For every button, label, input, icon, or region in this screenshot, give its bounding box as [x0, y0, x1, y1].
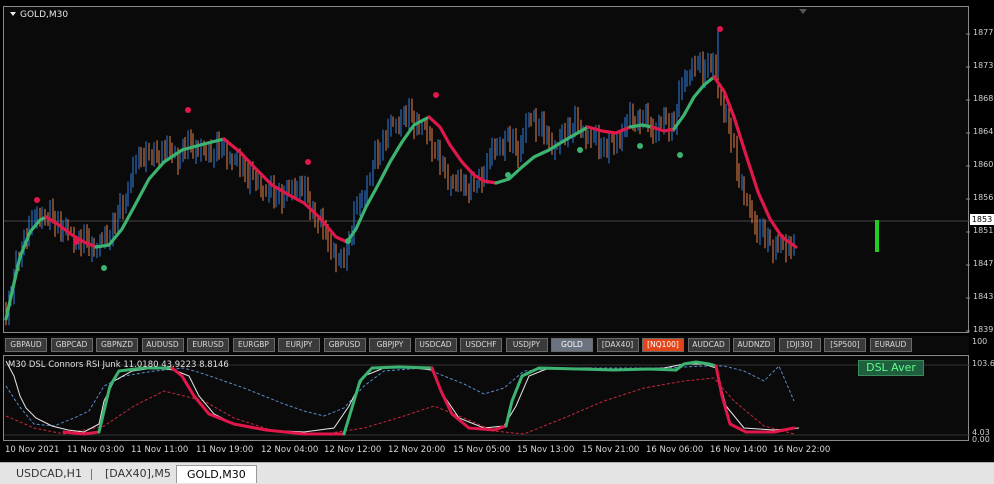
chart-tab[interactable]: [DAX40],M5	[95, 465, 181, 483]
indicator-title: M30 DSL Connors RSI Junk 11.0180 43.9223…	[8, 360, 229, 370]
price-tick-label: 1839	[973, 325, 994, 334]
signal-dot	[305, 159, 311, 165]
indicator-tick-top: 100	[972, 337, 988, 346]
symbol-button-eurgbp[interactable]: EURGBP	[232, 338, 275, 352]
price-tick-label: 1856	[973, 193, 994, 202]
indicator-lower-band	[5, 377, 795, 435]
price-tick-label: 1873	[973, 61, 994, 70]
dsl-indicator-line	[342, 365, 434, 436]
symbol-button-gold[interactable]: GOLD	[551, 338, 593, 352]
time-tick-label: 16 Nov 14:00	[710, 445, 768, 455]
signal-dot	[717, 26, 723, 32]
time-tick-label: 16 Nov 22:00	[773, 445, 831, 455]
tab-separator	[91, 469, 92, 480]
scroll-marker-icon	[799, 9, 807, 14]
dsl-smoothed-line	[4, 215, 48, 321]
signal-bar	[875, 220, 879, 252]
time-tick-label: 15 Nov 05:00	[453, 445, 511, 455]
dsl-indicator-line	[97, 366, 174, 434]
time-tick-label: 15 Nov 21:00	[582, 445, 640, 455]
dsl-smoothed-line	[650, 125, 676, 133]
symbol-button-audcad[interactable]: AUDCAD	[687, 338, 730, 352]
time-tick-label: 12 Nov 12:00	[324, 445, 382, 455]
symbol-button-eurjpy[interactable]: EURJPY	[278, 338, 320, 352]
signal-dot	[577, 147, 583, 153]
symbol-button-dax40[interactable]: [DAX40]	[596, 338, 639, 352]
time-tick-label: 10 Nov 2021	[5, 445, 60, 455]
price-tick-label: 1877	[973, 28, 994, 37]
symbol-button-gbpcad[interactable]: GBPCAD	[50, 338, 93, 352]
signal-dot	[101, 265, 107, 271]
symbol-switcher-bar: GBPAUD GBPCAD GBPNZD AUDUSD EURUSD EURGBP EURJ…	[3, 336, 969, 354]
signal-dot	[185, 107, 191, 113]
price-tick-label: 1851	[973, 226, 994, 235]
price-chart[interactable]: GOLD,M30	[3, 6, 970, 334]
dsl-average-badge[interactable]: DSL Aver	[858, 360, 924, 376]
symbol-button-gbpnzd[interactable]: GBPNZD	[96, 338, 138, 352]
dsl-smoothed-line	[672, 75, 716, 131]
current-price-tag: 1853	[970, 214, 994, 225]
symbol-button-dji30[interactable]: [DJI30]	[778, 338, 821, 352]
time-tick-label: 11 Nov 11:00	[131, 445, 189, 455]
price-tick-label: 1864	[973, 127, 994, 136]
indicator-pane[interactable]: M30 DSL Connors RSI Junk 11.0180 43.9223…	[3, 355, 970, 441]
indicator-tick-bottom: 0.00	[972, 435, 990, 444]
symbol-button-sp500[interactable]: [SP500]	[824, 338, 866, 352]
trading-terminal: GOLD,M30 1877 1873 1868 1864 1860 1856 1851 184…	[0, 0, 994, 484]
symbol-button-usdcad[interactable]: USDCAD	[414, 338, 457, 352]
time-tick-label: 12 Nov 20:00	[388, 445, 446, 455]
dsl-smoothed-line	[222, 137, 349, 244]
dsl-smoothed-line	[628, 123, 654, 129]
symbol-button-euraud[interactable]: EURAUD	[869, 338, 912, 352]
signal-dot	[677, 152, 683, 158]
symbol-button-eurusd[interactable]: EURUSD	[187, 338, 229, 352]
signal-dot	[34, 197, 40, 203]
signal-dot	[73, 239, 79, 245]
dsl-indicator-line	[714, 364, 796, 434]
chart-tab[interactable]: USDCAD,H1	[6, 465, 92, 483]
price-tick-label: 1843	[973, 292, 994, 301]
symbol-button-usdjpy[interactable]: USDJPY	[505, 338, 548, 352]
price-tick-label: 1847	[973, 259, 994, 268]
time-tick-label: 15 Nov 13:00	[517, 445, 575, 455]
signal-dot	[637, 143, 643, 149]
symbol-button-audnzd[interactable]: AUDNZD	[733, 338, 775, 352]
symbol-button-gbpaud[interactable]: GBPAUD	[5, 338, 47, 352]
chevron-down-icon[interactable]	[10, 12, 16, 16]
chart-symbol-title: GOLD,M30	[10, 10, 68, 20]
symbol-button-gbpusd[interactable]: GBPUSD	[323, 338, 366, 352]
symbol-button-gbpjpy[interactable]: GBPJPY	[369, 338, 411, 352]
dsl-indicator-line	[504, 366, 678, 428]
chart-tab[interactable]: GOLD,M30	[176, 465, 257, 483]
price-tick-label: 1860	[973, 160, 994, 169]
dsl-indicator-line	[62, 430, 101, 436]
price-tick-label: 1868	[973, 94, 994, 103]
symbol-button-usdchf[interactable]: USDCHF	[460, 338, 502, 352]
chart-tab-strip: USDCAD,H1 [DAX40],M5 GOLD,M30	[0, 462, 994, 484]
price-chart-canvas[interactable]	[4, 7, 970, 334]
symbol-label: GOLD,M30	[20, 10, 69, 20]
signal-dot	[345, 238, 351, 244]
signal-dot	[433, 92, 439, 98]
time-tick-label: 16 Nov 06:00	[646, 445, 704, 455]
time-tick-label: 11 Nov 19:00	[196, 445, 254, 455]
dsl-smoothed-line	[427, 115, 498, 185]
time-tick-label: 12 Nov 04:00	[261, 445, 319, 455]
time-tick-label: 11 Nov 03:00	[67, 445, 125, 455]
signal-dot	[505, 172, 511, 178]
symbol-button-nq100[interactable]: [NQ100]	[642, 338, 684, 352]
dsl-indicator-line	[170, 366, 346, 436]
indicator-tick-upper: 103.6	[972, 359, 994, 368]
symbol-button-audusd[interactable]: AUDUSD	[141, 338, 184, 352]
